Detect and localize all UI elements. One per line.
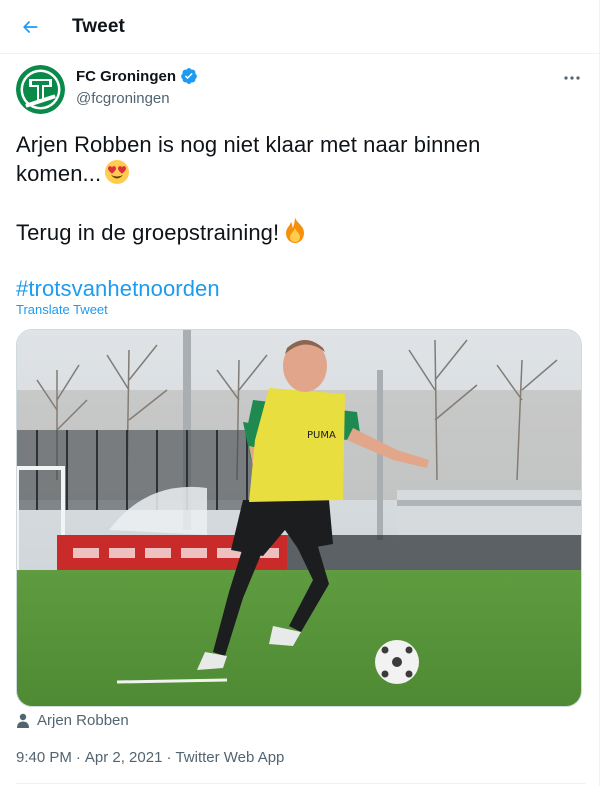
translate-tweet-link[interactable]: Translate Tweet bbox=[16, 302, 108, 317]
column-divider bbox=[599, 0, 600, 786]
tagged-user-name: Arjen Robben bbox=[37, 712, 129, 729]
back-button[interactable] bbox=[12, 9, 48, 45]
tweet-date[interactable]: Apr 2, 2021 bbox=[85, 749, 163, 766]
fc-groningen-logo-icon bbox=[16, 65, 65, 114]
fire-emoji-icon bbox=[286, 217, 305, 243]
tweet-text: Arjen Robben is nog niet klaar met naar … bbox=[16, 131, 586, 303]
more-options-button[interactable] bbox=[556, 64, 588, 92]
avatar[interactable] bbox=[16, 65, 65, 114]
training-photo-image: PUMA bbox=[17, 330, 581, 706]
hashtag-link[interactable]: #trotsvanhetnoorden bbox=[16, 275, 586, 303]
person-icon bbox=[17, 713, 29, 728]
tweet-time[interactable]: 9:40 PM bbox=[16, 749, 72, 766]
timestamp-separator: · bbox=[75, 749, 81, 766]
timestamp-separator: · bbox=[166, 749, 172, 766]
tweet-text-line-3-text: Terug in de groepstraining! bbox=[16, 220, 280, 245]
author-name[interactable]: FC Groningen bbox=[76, 67, 198, 85]
tweet-text-line-1: Arjen Robben is nog niet klaar met naar … bbox=[16, 132, 481, 157]
tweet-text-line-2-text: komen... bbox=[16, 161, 102, 186]
tweet-text-line-3: Terug in de groepstraining! bbox=[16, 216, 586, 247]
tweet-text-line-2: komen... bbox=[16, 159, 586, 188]
more-horizontal-icon bbox=[564, 76, 580, 80]
tweet-photo[interactable]: PUMA bbox=[16, 329, 582, 707]
author-name-text: FC Groningen bbox=[76, 67, 176, 85]
page-header: Tweet bbox=[0, 0, 599, 54]
tweet-source[interactable]: Twitter Web App bbox=[175, 749, 284, 766]
verified-badge-icon bbox=[181, 68, 197, 84]
tweet-timestamp: 9:40 PM · Apr 2, 2021 · Twitter Web App bbox=[16, 749, 284, 766]
svg-text:PUMA: PUMA bbox=[307, 430, 336, 441]
page-title: Tweet bbox=[72, 16, 125, 37]
divider bbox=[16, 783, 586, 784]
author-handle[interactable]: @fcgroningen bbox=[76, 90, 170, 107]
arrow-left-icon bbox=[23, 21, 38, 33]
heart-eyes-emoji-icon bbox=[105, 160, 130, 184]
tagged-people[interactable]: Arjen Robben bbox=[16, 712, 129, 729]
